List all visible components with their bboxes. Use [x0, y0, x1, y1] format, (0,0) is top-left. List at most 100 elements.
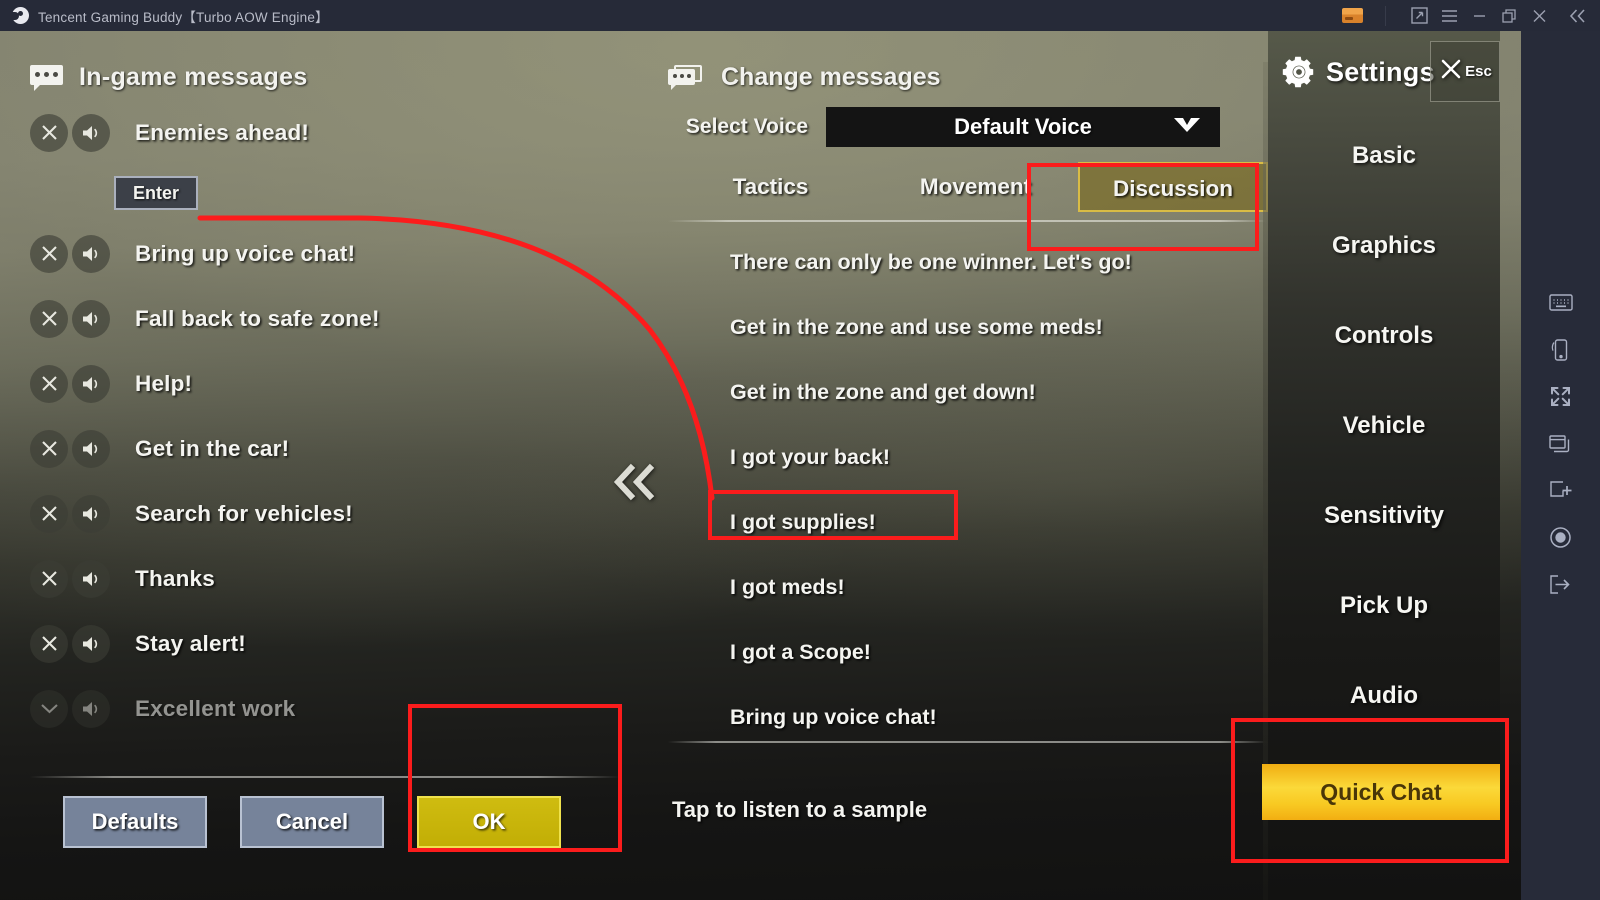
- message-row[interactable]: Stay alert!: [30, 611, 630, 676]
- close-settings-button[interactable]: Esc: [1430, 41, 1500, 102]
- settings-item-basic[interactable]: Basic: [1268, 111, 1500, 201]
- message-label: Stay alert!: [135, 630, 246, 656]
- message-label: Enemies ahead!: [135, 119, 310, 145]
- message-row[interactable]: Help!: [30, 351, 630, 416]
- window-title: Tencent Gaming Buddy【Turbo AOW Engine】: [38, 9, 329, 25]
- change-messages-panel: Change messages Select Voice Default Voi…: [668, 63, 1268, 750]
- message-label: Help!: [135, 370, 193, 396]
- multi-window-icon[interactable]: [1521, 420, 1600, 467]
- ok-button[interactable]: OK: [417, 796, 561, 848]
- title-bar: Tencent Gaming Buddy【Turbo AOW Engine】: [0, 0, 1600, 31]
- sample-hint-text: Tap to listen to a sample: [672, 797, 928, 822]
- new-instance-icon[interactable]: [1521, 467, 1600, 514]
- select-voice-row: Select Voice Default Voice: [668, 106, 1268, 148]
- message-label: Excellent work: [135, 695, 296, 721]
- center-panel-divider: [668, 741, 1268, 743]
- tab-tactics[interactable]: Tactics: [668, 162, 873, 212]
- settings-item-pickup[interactable]: Pick Up: [1268, 561, 1500, 651]
- change-messages-title: Change messages: [721, 63, 941, 91]
- maximize-icon[interactable]: [1494, 0, 1524, 31]
- message-label: Search for vehicles!: [135, 500, 353, 526]
- quick-message-item[interactable]: I got supplies!: [668, 490, 1268, 555]
- speaker-icon[interactable]: [72, 559, 110, 598]
- defaults-button[interactable]: Defaults: [63, 796, 207, 848]
- quick-message-item[interactable]: I got meds!: [668, 555, 1268, 620]
- menu-icon[interactable]: [1434, 0, 1464, 31]
- double-chevron-left-icon[interactable]: [604, 453, 662, 511]
- gear-icon: [1282, 55, 1316, 89]
- select-voice-value: Default Voice: [954, 114, 1092, 139]
- fullscreen-icon[interactable]: [1521, 373, 1600, 420]
- chat-bubble-icon: [30, 65, 65, 91]
- message-row[interactable]: Excellent work: [30, 676, 630, 741]
- message-row[interactable]: Enemies ahead!: [30, 100, 630, 165]
- settings-menu: Basic Graphics Controls Vehicle Sensitiv…: [1268, 111, 1500, 741]
- message-label: Thanks: [135, 565, 215, 591]
- messages-stack-icon: [668, 64, 706, 91]
- message-row[interactable]: Fall back to safe zone!: [30, 286, 630, 351]
- close-icon[interactable]: [30, 113, 68, 152]
- settings-item-controls[interactable]: Controls: [1268, 291, 1500, 381]
- quick-message-item[interactable]: There can only be one winner. Let's go!: [668, 230, 1268, 295]
- message-row[interactable]: Bring up voice chat!: [30, 221, 630, 286]
- left-panel-actions: Defaults Cancel OK: [63, 796, 561, 848]
- message-row[interactable]: Get in the car!: [30, 416, 630, 481]
- collapse-panel-icon[interactable]: [1554, 0, 1600, 31]
- in-game-messages-panel: In-game messages Enemies ahead! Enter Br…: [30, 63, 630, 741]
- close-icon[interactable]: [30, 494, 68, 533]
- speaker-icon[interactable]: [72, 494, 110, 533]
- settings-item-vehicle[interactable]: Vehicle: [1268, 381, 1500, 471]
- speaker-icon[interactable]: [72, 624, 110, 663]
- esc-label: Esc: [1465, 63, 1492, 80]
- cancel-button[interactable]: Cancel: [240, 796, 384, 848]
- popout-icon[interactable]: [1404, 0, 1434, 31]
- minimize-icon[interactable]: [1464, 0, 1494, 31]
- record-icon[interactable]: [1521, 514, 1600, 561]
- speaker-icon[interactable]: [72, 689, 110, 728]
- quick-message-item[interactable]: I got your back!: [668, 425, 1268, 490]
- speaker-icon[interactable]: [72, 299, 110, 338]
- keyboard-card-icon[interactable]: [1342, 8, 1363, 23]
- close-icon[interactable]: [30, 559, 68, 598]
- quick-message-item[interactable]: Get in the zone and get down!: [668, 360, 1268, 425]
- settings-item-graphics[interactable]: Graphics: [1268, 201, 1500, 291]
- keybind-button[interactable]: Enter: [114, 176, 198, 210]
- keyboard-icon[interactable]: [1521, 279, 1600, 326]
- speaker-icon[interactable]: [72, 113, 110, 152]
- speaker-icon[interactable]: [72, 429, 110, 468]
- close-icon[interactable]: [30, 624, 68, 663]
- message-row[interactable]: Search for vehicles!: [30, 481, 630, 546]
- chevron-down-icon: [1172, 114, 1202, 140]
- in-game-messages-header: In-game messages: [30, 63, 630, 92]
- quick-message-item[interactable]: Get in the zone and use some meds!: [668, 295, 1268, 360]
- message-label: Fall back to safe zone!: [135, 305, 380, 331]
- app-window: Tencent Gaming Buddy【Turbo AOW Engine】 I…: [0, 0, 1600, 900]
- rotate-device-icon[interactable]: [1521, 326, 1600, 373]
- quick-message-item[interactable]: I got a Scope!: [668, 620, 1268, 685]
- change-messages-header: Change messages: [668, 63, 1268, 92]
- speaker-icon[interactable]: [72, 234, 110, 273]
- tab-discussion[interactable]: Discussion: [1078, 162, 1268, 212]
- close-icon[interactable]: [30, 364, 68, 403]
- tabs-divider: [668, 220, 1268, 222]
- quick-message-list: There can only be one winner. Let's go! …: [668, 230, 1268, 750]
- close-icon[interactable]: [1524, 0, 1554, 31]
- chevron-down-icon[interactable]: [30, 689, 68, 728]
- select-voice-label: Select Voice: [685, 115, 809, 138]
- speaker-icon[interactable]: [72, 364, 110, 403]
- settings-item-audio[interactable]: Audio: [1268, 651, 1500, 741]
- keybind-row: Enter: [30, 165, 630, 221]
- message-row[interactable]: Thanks: [30, 546, 630, 611]
- settings-item-sensitivity[interactable]: Sensitivity: [1268, 471, 1500, 561]
- tab-movement[interactable]: Movement: [873, 162, 1078, 212]
- close-icon[interactable]: [30, 234, 68, 273]
- close-icon[interactable]: [30, 299, 68, 338]
- select-voice-dropdown[interactable]: Default Voice: [826, 107, 1220, 147]
- window-controls: [1342, 0, 1600, 31]
- quick-chat-button[interactable]: Quick Chat: [1262, 764, 1500, 820]
- close-icon[interactable]: [30, 429, 68, 468]
- message-label: Get in the car!: [135, 435, 290, 461]
- in-game-messages-title: In-game messages: [79, 63, 308, 91]
- settings-title: Settings: [1326, 56, 1435, 87]
- exit-icon[interactable]: [1521, 561, 1600, 608]
